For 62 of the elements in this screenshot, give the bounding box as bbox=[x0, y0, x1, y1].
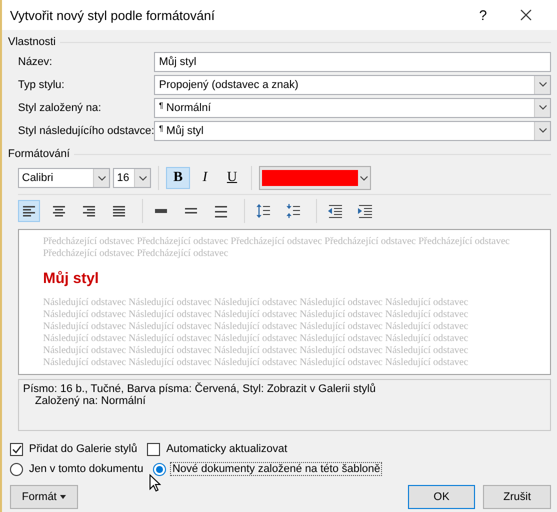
radio-button[interactable] bbox=[153, 462, 166, 476]
check-icon bbox=[12, 444, 22, 454]
align-right-icon bbox=[81, 203, 97, 219]
input-field[interactable]: Můj styl bbox=[154, 52, 551, 72]
field-value: Propojený (odstavec a znak) bbox=[159, 78, 300, 90]
close-icon bbox=[520, 9, 532, 21]
justify-icon bbox=[111, 203, 127, 219]
field-value: Normální bbox=[166, 102, 212, 114]
field-value: Můj styl bbox=[159, 56, 198, 68]
section-heading: Formátování bbox=[8, 148, 70, 160]
dropdown[interactable]: ¶ Normální bbox=[154, 98, 551, 118]
checkbox-label: Automaticky aktualizovat bbox=[165, 442, 288, 456]
indent-decrease-icon bbox=[327, 203, 343, 219]
field-label: Styl následujícího odstavce: bbox=[18, 124, 154, 136]
description-text: Založený na: Normální bbox=[34, 395, 147, 407]
radio-label: Nové dokumenty založené na této šabloně bbox=[170, 462, 382, 476]
help-button[interactable]: ? bbox=[463, 6, 503, 24]
field-label: Typ stylu: bbox=[18, 78, 66, 90]
caret-icon bbox=[60, 495, 66, 499]
bold-button[interactable]: B bbox=[166, 167, 190, 189]
space-increase-icon bbox=[255, 203, 271, 219]
font-dropdown[interactable]: Calibri bbox=[18, 168, 110, 188]
dialog-button[interactable]: Zrušit bbox=[483, 485, 552, 509]
indent-increase-icon bbox=[357, 203, 373, 219]
align-left-button[interactable] bbox=[18, 200, 40, 222]
field-value: Calibri bbox=[22, 172, 54, 184]
chevron-down-icon bbox=[138, 176, 146, 180]
dropdown[interactable]: ¶ Můj styl bbox=[154, 120, 551, 140]
dropdown[interactable]: Propojený (odstavec a znak) bbox=[154, 74, 551, 94]
mouse-pointer-icon bbox=[149, 474, 161, 492]
sample-text: Můj styl bbox=[43, 270, 99, 287]
field-value: Můj styl bbox=[166, 124, 205, 136]
preview-text: Předcházející odstavec Předcházející odstavec Předcházející odstavec Předcházející odstavec Předcházející odstavec Předcházející odstavec Předcházející odstavec bbox=[43, 236, 510, 260]
field-value: 16 bbox=[117, 172, 130, 184]
menu-button[interactable]: Formát bbox=[10, 485, 78, 509]
chevron-down-icon bbox=[360, 176, 368, 180]
underline-button[interactable]: U bbox=[220, 167, 244, 189]
field-label: Styl založený na: bbox=[18, 102, 102, 114]
spacing-double-icon bbox=[213, 203, 229, 219]
field-label: Název: bbox=[18, 56, 54, 68]
section-heading: Vlastnosti bbox=[8, 36, 56, 48]
chevron-down-icon bbox=[538, 128, 546, 133]
checkbox-label: Přidat do Galerie stylů bbox=[28, 442, 138, 456]
align-left-icon bbox=[21, 203, 37, 219]
size-dropdown[interactable]: 16 bbox=[113, 168, 151, 188]
chevron-down-icon bbox=[538, 105, 546, 110]
preview-text: Následující odstavec Následující odstavec Následující odstavec Následující odstavec Následující odstavec Následující odstavec Následující odstavec Následující odstavec Následující odstavec Následující odstavec Následující odstavec Následující odstavec Následující odstavec Následující odstavec Následující odstavec Následující odstavec Následující odstavec Následující odstavec Následující odstavec Následující odstavec Následující odstavec Následující odstavec Následující odstavec Následující odstavec Následující odstavec Následující odstavec Následující odstavec Následující odstavec Následující odstavec Následující odstavec bbox=[43, 297, 470, 369]
paragraph-mark: ¶ bbox=[159, 124, 164, 132]
dialog-button[interactable]: OK bbox=[408, 485, 476, 509]
radio-label: Jen v tomto dokumentu bbox=[28, 462, 144, 476]
paragraph-mark: ¶ bbox=[159, 100, 164, 110]
radio-button[interactable] bbox=[10, 462, 23, 476]
chevron-down-icon bbox=[98, 176, 106, 180]
checkbox[interactable] bbox=[147, 442, 160, 456]
checkbox[interactable] bbox=[10, 442, 23, 456]
color-dropdown[interactable] bbox=[259, 166, 371, 190]
description-text: Písmo: 16 b., Tučné, Barva písma: Červená, Styl: Zobrazit v Galerii stylů bbox=[23, 383, 377, 395]
space-decrease-icon bbox=[285, 203, 301, 219]
window-title: Vytvořit nový styl podle formátování bbox=[10, 8, 216, 22]
align-center-icon bbox=[51, 203, 67, 219]
italic-button[interactable]: I bbox=[193, 167, 217, 189]
chevron-down-icon bbox=[538, 82, 546, 87]
